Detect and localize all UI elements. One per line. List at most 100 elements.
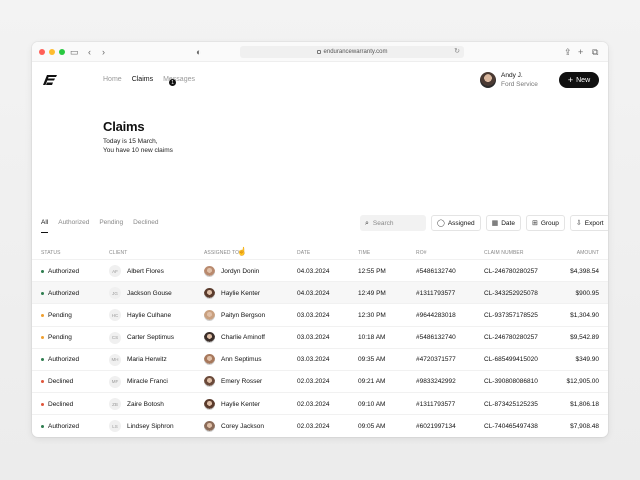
mouse-cursor-icon: ☝ [237,247,247,256]
reload-icon[interactable]: ↻ [454,47,460,55]
header-claim-number[interactable]: CLAIM NUMBER [484,248,524,258]
table-row[interactable]: Pending CS Carter Septimus Charlie Aminoff 0… [32,325,608,349]
status-text: Authorized [48,356,80,364]
header-amount[interactable]: AMOUNT [577,248,599,258]
header-ro[interactable]: RO# [416,248,427,258]
ro-cell: #1311793577 [416,289,456,297]
table-row[interactable]: Authorized AF Albert Flores Jordyn Donin 04.… [32,259,608,281]
nav-claims[interactable]: Claims [132,76,153,90]
group-label: Group [540,219,559,227]
assigned-cell: Paityn Bergson [204,304,265,326]
time-cell: 09:10 AM [358,400,386,408]
main-nav: Home Claims Messages 1 [103,76,195,90]
address-bar[interactable]: endurancewarranty.com ↻ [240,46,464,58]
user-profile[interactable]: Andy J. Ford Service [480,71,538,89]
date-cell: 03.03.2024 [297,356,330,364]
assignee-name: Charlie Aminoff [221,334,265,342]
table-row[interactable]: Pending HC Haylie Culhane Paityn Bergson 03.… [32,303,608,325]
nav-home[interactable]: Home [103,76,122,90]
header-client[interactable]: CLIENT [109,248,127,258]
back-icon[interactable]: ‹ [88,46,91,58]
table-row[interactable]: Declined MF Miracle Franci Emery Rosser 02.0… [32,369,608,393]
new-claim-button[interactable]: + New [559,72,599,88]
claim-number-cell: CL-246780280257 [484,334,538,342]
client-avatar: MH [109,353,121,366]
client-avatar: ZB [109,398,121,411]
export-icon: ⇩ [575,219,582,227]
status-dot-icon [41,380,44,384]
browser-toolbar: ▭ ‹ › ◐ endurancewarranty.com ↻ ⇪ + ⧉ [32,42,608,62]
assigned-cell: Emery Rosser [204,371,262,393]
header-assigned[interactable]: ASSIGNED TO [204,248,239,258]
status-filter-tabs: All Authorized Pending Declined [41,219,158,233]
amount-cell: $7,908.48 [570,422,599,430]
time-cell: 09:35 AM [358,356,386,364]
export-button[interactable]: ⇩ Export [569,215,608,231]
status-cell: Pending [41,304,72,326]
sidebar-toggle-icon[interactable]: ▭ [70,46,79,58]
share-icon[interactable]: ⇪ [564,46,572,58]
header-status[interactable]: STATUS [41,248,61,258]
ro-cell: #5486132740 [416,334,456,342]
claims-table-body: Authorized AF Albert Flores Jordyn Donin 04.… [32,259,608,437]
client-cell: ZB Zaire Botosh [109,393,164,415]
tab-pending[interactable]: Pending [99,219,123,226]
messages-count-badge: 1 [169,79,177,86]
date-cell: 02.03.2024 [297,422,330,430]
table-row[interactable]: Authorized LS Lindsey Siphron Corey Jackson… [32,414,608,436]
minimize-window-button[interactable] [49,49,55,55]
close-window-button[interactable] [39,49,45,55]
client-name: Zaire Botosh [127,400,164,408]
header-time[interactable]: TIME [358,248,370,258]
tab-authorized[interactable]: Authorized [58,219,89,226]
status-text: Pending [48,311,72,319]
group-icon: ⊞ [531,219,538,227]
status-dot-icon [41,269,44,273]
browser-window: ▭ ‹ › ◐ endurancewarranty.com ↻ ⇪ + ⧉ Ho… [32,42,608,437]
ro-cell: #1311793577 [416,400,456,408]
time-cell: 09:21 AM [358,378,386,386]
status-text: Authorized [48,422,80,430]
forward-icon[interactable]: › [102,46,105,58]
client-avatar: JG [109,287,121,300]
maximize-window-button[interactable] [59,49,65,55]
time-cell: 10:18 AM [358,334,386,342]
tab-all[interactable]: All [41,219,49,233]
date-filter-button[interactable]: ▦ Date [485,215,521,231]
client-avatar: HC [109,309,121,322]
header-date[interactable]: DATE [297,248,310,258]
shield-icon[interactable]: ◐ [196,46,201,58]
client-avatar: MF [109,375,121,388]
assignee-avatar [204,376,215,388]
assigned-label: Assigned [447,219,475,227]
tabs-overview-icon[interactable]: ⧉ [592,46,598,58]
search-icon: ⌕ [365,219,369,227]
claim-number-cell: CL-390808086810 [484,378,538,386]
assignee-avatar [204,420,215,432]
client-cell: MF Miracle Franci [109,371,168,393]
status-dot-icon [41,336,44,340]
window-controls [39,49,65,55]
ro-cell: #4720371577 [416,356,456,364]
search-input[interactable]: ⌕ Search [360,215,426,231]
table-row[interactable]: Authorized MH Maria Herwitz Ann Septimus 03.… [32,347,608,370]
client-name: Maria Herwitz [127,356,167,364]
table-row[interactable]: Authorized JG Jackson Gouse Haylie Kenter 04… [32,281,608,304]
table-row[interactable]: Declined ZB Zaire Botosh Haylie Kenter 02.03… [32,392,608,414]
client-cell: JG Jackson Gouse [109,282,172,304]
status-text: Declined [48,378,74,386]
status-dot-icon [41,291,44,295]
new-tab-icon[interactable]: + [578,46,583,58]
amount-cell: $900.95 [575,289,600,297]
nav-messages[interactable]: Messages 1 [163,76,195,90]
tab-declined[interactable]: Declined [133,219,158,226]
amount-cell: $1,304.90 [570,311,599,319]
status-cell: Authorized [41,260,79,282]
brand-logo[interactable] [42,74,58,86]
group-button[interactable]: ⊞ Group [525,215,565,231]
assigned-cell: Corey Jackson [204,415,264,437]
assignee-avatar [204,265,215,277]
status-cell: Pending [41,327,72,349]
assigned-filter-button[interactable]: ◯ Assigned [431,215,481,231]
client-avatar: AF [109,265,121,277]
